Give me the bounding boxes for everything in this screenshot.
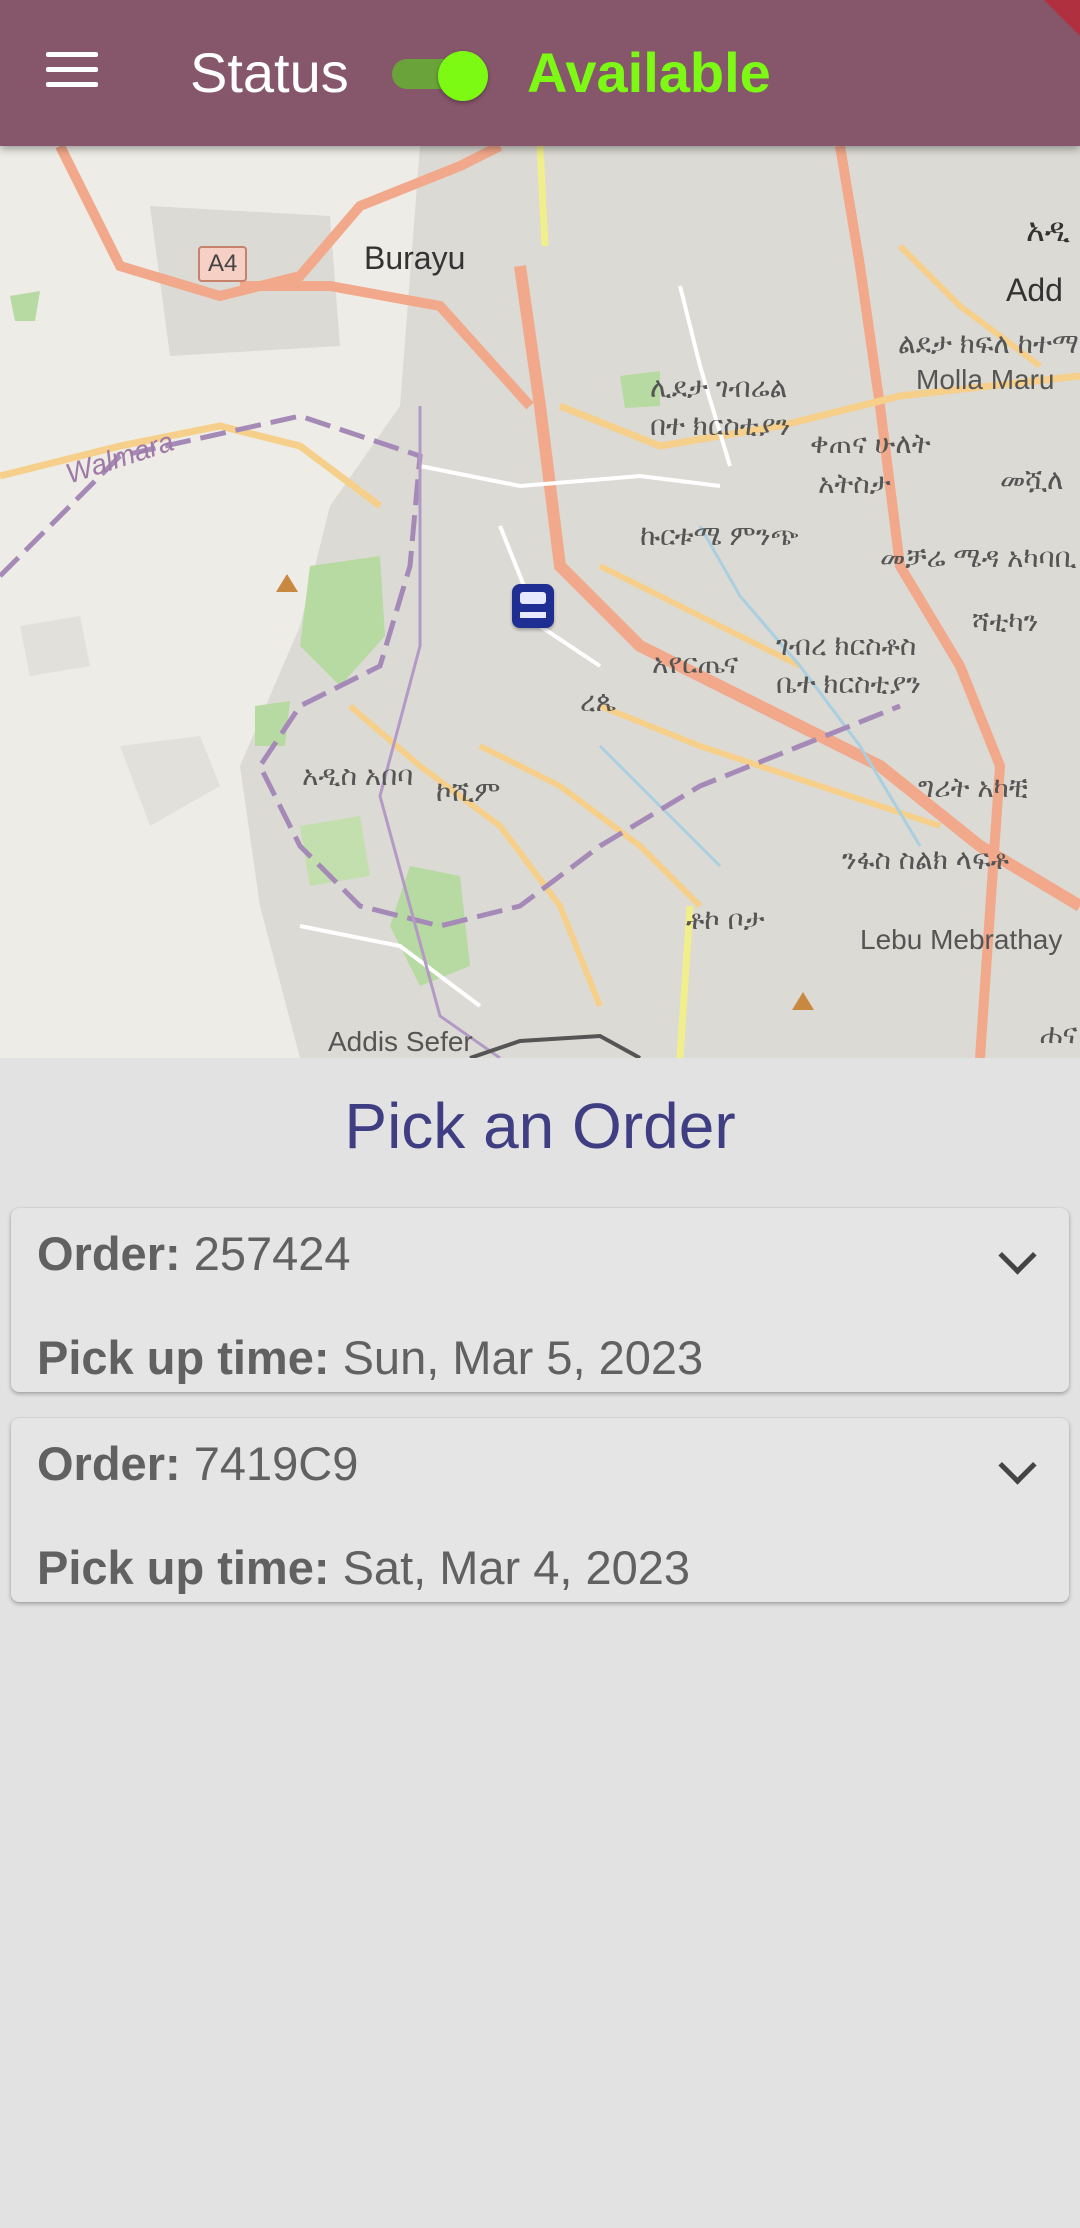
map-label-amharic: ሊደታ ገብሬል <box>650 372 788 403</box>
pickup-time: Sat, Mar 4, 2023 <box>342 1541 691 1594</box>
map-label-amharic: ረጴ <box>580 686 617 717</box>
order-id: 257424 <box>193 1227 351 1280</box>
map-label-amharic: ልደታ ክፍለ ከተማ <box>898 328 1079 359</box>
map-view[interactable]: Burayu A4 Walmara Addis Sefer Molla Maru… <box>0 146 1080 1058</box>
map-label-amharic: ሻቲካን <box>972 606 1039 637</box>
status-label: Status <box>190 41 349 104</box>
map-label-amharic: መቻሬ ሜዳ አካባቢ <box>880 542 1077 573</box>
map-label-amharic: ገብረ ክርስቶስ <box>776 630 917 661</box>
pickup-time-line: Pick up time: Sun, Mar 5, 2023 <box>37 1328 703 1388</box>
section-title: Pick an Order <box>344 1090 736 1162</box>
availability-toggle[interactable] <box>392 51 488 101</box>
map-label-amharic: መሿለ <box>1000 464 1064 495</box>
map-road-shield-a4: A4 <box>198 246 248 282</box>
map-label-amharic: ኩርቱሜ ምንጭ <box>640 520 799 551</box>
toggle-thumb <box>438 51 488 101</box>
order-label: Order: <box>37 1437 181 1490</box>
hamburger-menu-icon[interactable] <box>46 52 98 92</box>
map-label-amharic: ንፋስ ስልክ ላፍቶ <box>842 844 1009 875</box>
map-label-amharic: አዲስ አበባ <box>302 760 414 791</box>
map-label-amharic: አዲ <box>1026 212 1071 248</box>
map-label-molla-maru: Molla Maru <box>916 364 1055 395</box>
map-label-addis: Add <box>1006 272 1063 308</box>
app-bar: Status Available <box>0 0 1080 146</box>
chevron-down-icon[interactable] <box>998 1236 1037 1275</box>
map-label-amharic: ቶኮ ቦታ <box>686 904 765 935</box>
pickup-label: Pick up time: <box>37 1331 330 1384</box>
map-label-lebu-mebrathay: Lebu Mebrathay <box>860 924 1063 955</box>
order-id: 7419C9 <box>193 1437 359 1490</box>
availability-status-text: Available <box>527 41 771 104</box>
bus-icon[interactable] <box>512 584 554 628</box>
order-label: Order: <box>37 1227 181 1280</box>
chevron-down-icon[interactable] <box>998 1446 1037 1485</box>
map-label-amharic: አትስታ <box>818 468 891 499</box>
order-id-line: Order: 257424 <box>37 1224 351 1284</box>
map-label-amharic: በተ ክርስቲያን <box>650 410 791 441</box>
pickup-label: Pick up time: <box>37 1541 330 1594</box>
order-card[interactable]: Order: 257424 Pick up time: Sun, Mar 5, … <box>11 1208 1069 1392</box>
order-id-line: Order: 7419C9 <box>37 1434 358 1494</box>
pickup-time-line: Pick up time: Sat, Mar 4, 2023 <box>37 1538 690 1598</box>
peak-marker-icon <box>792 992 814 1010</box>
map-label-amharic: ግሪት አካቺ <box>918 772 1028 803</box>
map-label-burayu: Burayu <box>364 240 466 276</box>
map-label-amharic: ሐና <box>1040 1018 1078 1049</box>
corner-ribbon <box>1044 0 1080 36</box>
peak-marker-icon <box>276 574 298 592</box>
map-label-amharic: አየርጤና <box>652 648 739 679</box>
order-card[interactable]: Order: 7419C9 Pick up time: Sat, Mar 4, … <box>11 1418 1069 1602</box>
pickup-time: Sun, Mar 5, 2023 <box>342 1331 704 1384</box>
map-label-addis-sefer: Addis Sefer <box>328 1026 473 1057</box>
map-label-amharic: ቤተ ክርስቲያን <box>776 668 921 699</box>
map-label-amharic: ቀጠና ሁለት <box>810 428 931 459</box>
map-label-amharic: ኮሺም <box>436 776 501 807</box>
